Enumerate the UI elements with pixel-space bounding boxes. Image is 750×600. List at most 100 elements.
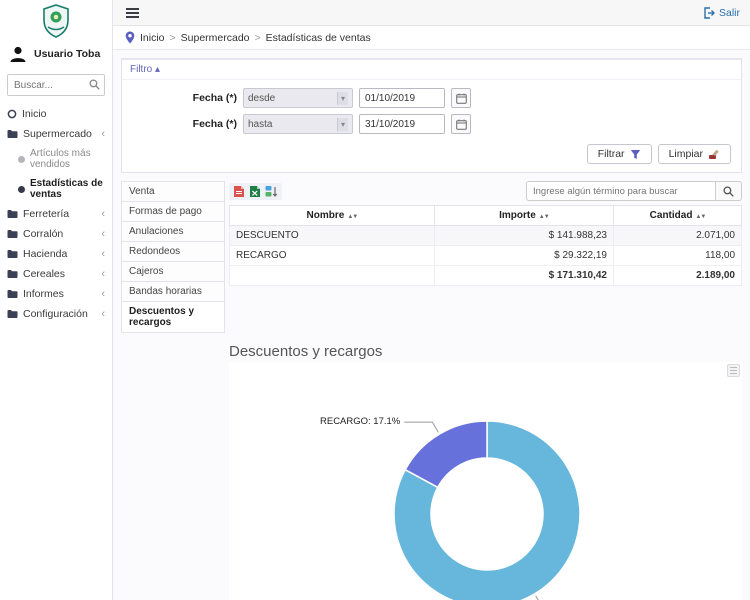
filter-row-desde: Fecha (*) desde ▾ [132, 88, 731, 108]
breadcrumb-separator: > [255, 32, 261, 44]
logout-icon [703, 7, 715, 19]
user-name: Usuario Toba [34, 48, 100, 60]
tab-cajeros[interactable]: Cajeros [121, 262, 225, 282]
folder-icon [7, 269, 18, 279]
calendar-button[interactable] [451, 88, 471, 108]
sidebar-item-label: Configuración [23, 308, 88, 320]
search-icon [89, 79, 100, 90]
sidebar-item-label: Ferretería [23, 208, 69, 220]
tab-anulaciones[interactable]: Anulaciones [121, 222, 225, 242]
table-search [526, 181, 742, 201]
topbar: Salir [113, 0, 750, 26]
report-tabs: Venta Formas de pago Anulaciones Redonde… [121, 181, 225, 333]
cell-nombre: RECARGO [230, 246, 435, 266]
folder-icon [7, 129, 18, 139]
breadcrumb-separator: > [170, 32, 176, 44]
filter-panel: Filtro ▴ Fecha (*) desde ▾ [121, 58, 742, 173]
sidebar-item-corralon[interactable]: Corralón ‹ [0, 224, 112, 244]
sidebar-item-label: Estadísticas de ventas [30, 178, 105, 200]
location-pin-icon [125, 31, 135, 44]
table-total-row: $ 171.310,42 2.189,00 [230, 266, 742, 286]
chevron-down-icon: ▾ [337, 92, 348, 105]
tab-venta[interactable]: Venta [121, 181, 225, 202]
donut-chart: DESCUENTO: 82.9% RECARGO: 17.1% [229, 362, 742, 600]
table-search-button[interactable] [716, 181, 742, 201]
cell-importe: $ 29.322,19 [434, 246, 613, 266]
sidebar-item-supermercado[interactable]: Supermercado ‹ [0, 124, 112, 144]
column-header-nombre[interactable]: Nombre [230, 206, 435, 226]
chevron-icon: ‹ [101, 228, 105, 240]
chart-menu-button[interactable] [727, 364, 740, 377]
sidebar-menu: Inicio Supermercado ‹ Artículos más vend… [0, 104, 112, 324]
table-row: DESCUENTO $ 141.988,23 2.071,00 [230, 226, 742, 246]
date-mode-select-desde[interactable]: desde ▾ [243, 88, 353, 108]
cell-total-spacer [230, 266, 435, 286]
filter-row-hasta: Fecha (*) hasta ▾ [132, 114, 731, 134]
cell-importe: $ 141.988,23 [434, 226, 613, 246]
column-header-cantidad[interactable]: Cantidad [613, 206, 741, 226]
cell-total-importe: $ 171.310,42 [434, 266, 613, 286]
sidebar-item-articulos-mas-vendidos[interactable]: Artículos más vendidos [0, 144, 112, 174]
breadcrumb-item-inicio[interactable]: Inicio [140, 32, 165, 44]
sidebar-item-cereales[interactable]: Cereales ‹ [0, 264, 112, 284]
date-input-desde[interactable] [359, 88, 445, 108]
select-value: desde [248, 93, 275, 104]
select-value: hasta [248, 119, 272, 130]
column-header-importe[interactable]: Importe [434, 206, 613, 226]
sidebar-item-ferreteria[interactable]: Ferretería ‹ [0, 204, 112, 224]
user-row: Usuario Toba [0, 40, 112, 72]
limpiar-label: Limpiar [669, 148, 703, 160]
sidebar-search [7, 74, 105, 96]
sidebar-item-informes[interactable]: Informes ‹ [0, 284, 112, 304]
filtrar-button[interactable]: Filtrar [587, 144, 652, 164]
menu-toggle-button[interactable] [123, 5, 142, 21]
breadcrumb-item-supermercado[interactable]: Supermercado [181, 32, 250, 44]
sort-caret-icon [695, 214, 705, 220]
chevron-down-icon: ▾ [337, 118, 348, 131]
results-area: Nombre Importe Cantidad DESCUENTO $ 141.… [229, 181, 742, 286]
sidebar-item-estadisticas-de-ventas[interactable]: Estadísticas de ventas [0, 174, 112, 204]
sidebar-item-label: Hacienda [23, 248, 67, 260]
sidebar: Usuario Toba Inicio Supermercado ‹ Artíc… [0, 0, 113, 600]
user-avatar-icon [8, 44, 28, 64]
date-mode-select-hasta[interactable]: hasta ▾ [243, 114, 353, 134]
results-table: Nombre Importe Cantidad DESCUENTO $ 141.… [229, 205, 742, 286]
tab-descuentos-y-recargos[interactable]: Descuentos y recargos [121, 302, 225, 333]
bullet-icon [18, 156, 25, 163]
folder-icon [7, 249, 18, 259]
sidebar-item-hacienda[interactable]: Hacienda ‹ [0, 244, 112, 264]
export-pdf-icon[interactable] [233, 185, 245, 198]
content: Filtro ▴ Fecha (*) desde ▾ [113, 50, 750, 600]
tab-redondeos[interactable]: Redondeos [121, 242, 225, 262]
filtrar-label: Filtrar [598, 148, 625, 160]
limpiar-button[interactable]: Limpiar [658, 144, 731, 164]
sort-az-icon[interactable] [265, 185, 278, 198]
calendar-button[interactable] [451, 114, 471, 134]
sidebar-item-label: Supermercado [23, 128, 92, 140]
chart-label-line [404, 422, 438, 432]
sidebar-item-label: Inicio [22, 108, 47, 120]
logout-button[interactable]: Salir [703, 7, 740, 19]
tab-formas-de-pago[interactable]: Formas de pago [121, 202, 225, 222]
table-row: RECARGO $ 29.322,19 118,00 [230, 246, 742, 266]
chevron-icon: ‹ [101, 288, 105, 300]
folder-icon [7, 229, 18, 239]
sort-caret-icon [347, 214, 357, 220]
cell-cantidad: 118,00 [613, 246, 741, 266]
org-logo [0, 0, 112, 40]
date-input-hasta[interactable] [359, 114, 445, 134]
sidebar-item-label: Cereales [23, 268, 65, 280]
field-label: Fecha (*) [132, 92, 237, 104]
chevron-icon: ‹ [101, 268, 105, 280]
chevron-icon: ‹ [101, 208, 105, 220]
export-excel-icon[interactable] [249, 185, 261, 198]
chart-title: Descuentos y recargos [229, 343, 742, 360]
sidebar-item-configuracion[interactable]: Configuración ‹ [0, 304, 112, 324]
sidebar-item-inicio[interactable]: Inicio [0, 104, 112, 124]
tab-bandas-horarias[interactable]: Bandas horarias [121, 282, 225, 302]
sidebar-item-label: Artículos más vendidos [30, 148, 105, 170]
folder-icon [7, 209, 18, 219]
breadcrumb-item-current: Estadísticas de ventas [266, 32, 371, 44]
filter-panel-header[interactable]: Filtro ▴ [122, 60, 741, 80]
table-search-input[interactable] [526, 181, 716, 201]
